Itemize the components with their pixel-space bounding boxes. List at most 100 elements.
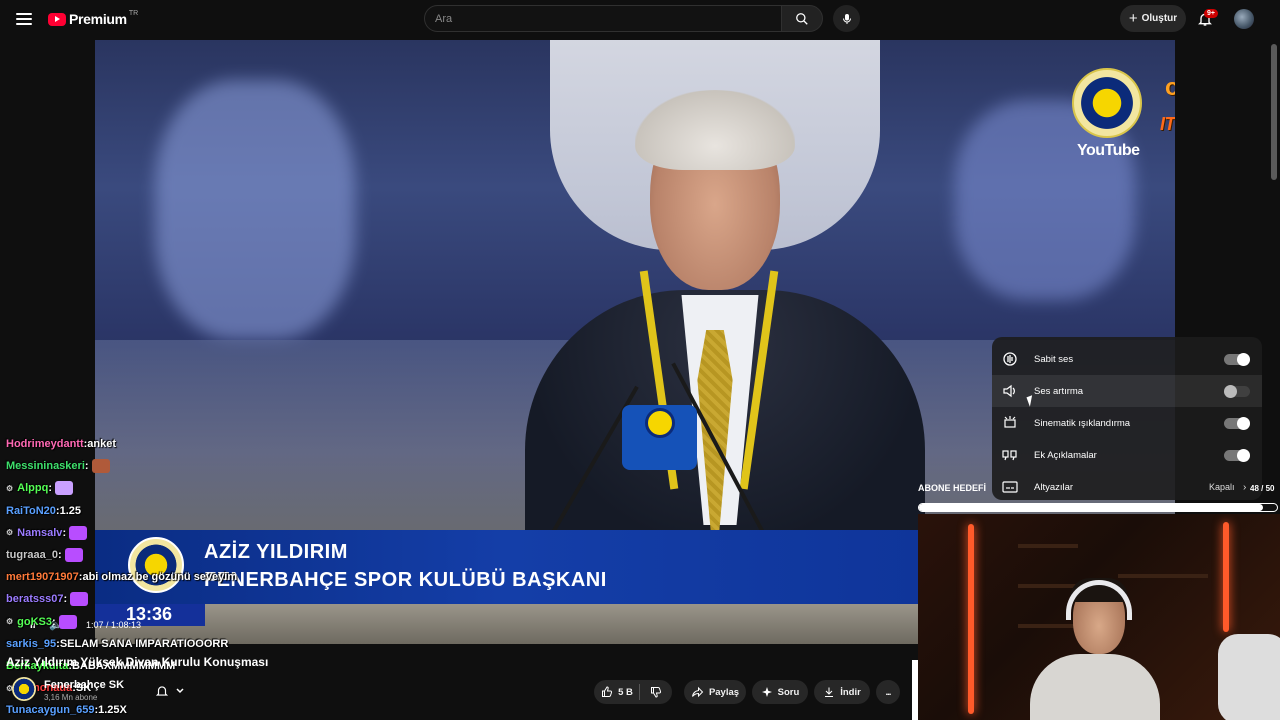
- subscription-bell-button[interactable]: [148, 680, 192, 702]
- ask-button[interactable]: Soru: [752, 680, 808, 704]
- setting-label: Sabit ses: [1034, 353, 1074, 365]
- search-icon: [796, 12, 808, 25]
- setting-label: Altyazılar: [1034, 481, 1074, 493]
- youtube-play-icon: [48, 12, 66, 26]
- ambient-mode-icon: [1004, 416, 1016, 428]
- like-button[interactable]: 5 B: [594, 680, 640, 704]
- video-title: Aziz Yıldırım Yüksek Divan Kurulu Konuşm…: [6, 655, 269, 669]
- chat-username[interactable]: sarkis_95: [6, 638, 56, 650]
- stable-volume-toggle[interactable]: [1224, 353, 1250, 366]
- chat-message: ⚙ goKS3 :: [0, 611, 300, 633]
- chat-username[interactable]: goKS3: [17, 616, 52, 628]
- chat-separator: :: [48, 482, 53, 495]
- chat-username[interactable]: Namsalv: [17, 527, 62, 539]
- chat-text: anket: [87, 438, 117, 451]
- chat-username[interactable]: beratsss07: [6, 593, 64, 605]
- chat-emote-icon: [55, 481, 74, 496]
- chat-username[interactable]: mert19071907: [6, 571, 79, 583]
- chat-username[interactable]: RaiToN20: [6, 505, 56, 517]
- like-count: 5 B: [618, 686, 633, 698]
- dislike-button[interactable]: [640, 680, 672, 704]
- chat-message: RaiToN20 : 1.25: [0, 500, 300, 522]
- subscriber-goal-bar: [918, 503, 1278, 512]
- neon-strip: [1223, 522, 1229, 632]
- setting-annotations[interactable]: Ek Açıklamalar: [992, 439, 1262, 471]
- create-label: Oluştur: [1141, 13, 1178, 24]
- chat-username[interactable]: Messininaskeri: [6, 460, 85, 472]
- chat-username[interactable]: Alppq: [17, 482, 48, 494]
- bell-icon: [155, 686, 169, 696]
- logo-text: Premium: [69, 11, 127, 27]
- chat-text: 1.25: [59, 504, 82, 517]
- chat-badge-icon: ⚙: [6, 528, 14, 538]
- share-button[interactable]: Paylaş: [684, 680, 746, 704]
- shelf: [1018, 584, 1078, 588]
- setting-label: Ses artırma: [1034, 385, 1084, 397]
- avatar[interactable]: [1234, 9, 1254, 29]
- annotations-icon: [1002, 450, 1017, 461]
- chat-separator: :: [62, 526, 67, 539]
- plus-icon: +: [1128, 10, 1138, 27]
- share-label: Paylaş: [708, 686, 740, 698]
- subscriber-goal-fill: [919, 504, 1263, 511]
- menu-icon[interactable]: [14, 9, 34, 29]
- chat-separator: :: [57, 549, 62, 562]
- live-chat-overlay: Hodrimeydantt : anket Messininaskeri : ⚙ A…: [0, 433, 300, 720]
- subscriber-goal-count: 48 / 50: [1250, 484, 1275, 493]
- share-icon: [691, 686, 704, 698]
- fenerbahce-crest-watermark: [1072, 68, 1142, 138]
- voice-search-button[interactable]: [833, 5, 860, 32]
- chat-text: abi olmaz be gözünü seveyim: [82, 571, 238, 584]
- chat-username[interactable]: tugraaa_0: [6, 549, 58, 561]
- setting-ambient-mode[interactable]: Sinematik ışıklandırma: [992, 407, 1262, 439]
- webcam-border: [912, 660, 918, 720]
- shelf: [1018, 624, 1078, 628]
- channel-avatar[interactable]: [12, 677, 36, 701]
- chat-message: Messininaskeri :: [0, 455, 300, 477]
- chat-text: 1.25X: [98, 704, 127, 717]
- subtitles-icon: [1002, 481, 1018, 493]
- chat-emote-icon: [64, 548, 83, 563]
- chat-emote-icon: [69, 525, 88, 540]
- setting-subtitles[interactable]: Altyazılar Kapalı ›: [992, 471, 1262, 503]
- page-scrollbar[interactable]: [1271, 44, 1277, 180]
- chat-badge-icon: ⚙: [6, 483, 14, 493]
- ambient-mode-toggle[interactable]: [1224, 417, 1250, 430]
- chevron-down-icon: [176, 688, 184, 694]
- volume-boost-toggle[interactable]: [1224, 385, 1250, 398]
- chat-message: Hodrimeydantt : anket: [0, 433, 300, 455]
- subtitles-value: Kapalı: [1209, 482, 1235, 492]
- search-input[interactable]: [425, 6, 781, 31]
- stable-volume-icon: [1003, 352, 1017, 366]
- chat-message: ⚙ Namsalv :: [0, 522, 300, 544]
- watermark-oyunfor: oyunfo: [1165, 74, 1175, 101]
- chat-message: mert19071907 : abi olmaz be gözünü sevey…: [0, 566, 300, 588]
- logo-region: TR: [128, 9, 139, 17]
- thumbs-down-icon: [651, 687, 662, 698]
- setting-stable-volume[interactable]: Sabit ses: [992, 343, 1262, 375]
- channel-name[interactable]: Fenerbahçe SK: [44, 679, 124, 691]
- search-button[interactable]: [781, 5, 823, 32]
- youtube-premium-logo[interactable]: Premium TR: [48, 9, 139, 27]
- chat-message: tugraaa_0 :: [0, 544, 300, 566]
- chat-text: SELAM SANA IMPARATIOOORR: [59, 637, 229, 650]
- gaming-chair: [1218, 634, 1280, 720]
- chat-message: beratsss07 :: [0, 588, 300, 610]
- annotations-toggle[interactable]: [1224, 449, 1250, 462]
- microphone-logo: [645, 408, 675, 438]
- neon-strip: [968, 524, 974, 714]
- chat-message: sarkis_95 : SELAM SANA IMPARATIOOORR: [0, 633, 300, 655]
- chat-username[interactable]: Tunacaygun_659: [6, 704, 94, 716]
- more-actions-button[interactable]: ...: [876, 680, 900, 704]
- setting-label: Sinematik ışıklandırma: [1034, 417, 1131, 429]
- setting-label: Ek Açıklamalar: [1034, 449, 1097, 461]
- subscriber-count: 3,16 Mn abone: [44, 693, 98, 702]
- notification-badge: 9+: [1204, 9, 1218, 18]
- top-bar: Premium TR + Oluştur 9+: [0, 0, 1280, 38]
- shelf: [1118, 574, 1208, 578]
- watermark-itopya: ITOPYA.COM: [1160, 114, 1175, 134]
- create-button[interactable]: + Oluştur: [1120, 5, 1186, 32]
- chat-username[interactable]: Hodrimeydantt: [6, 438, 84, 450]
- download-button[interactable]: İndir: [814, 680, 870, 704]
- streamer-webcam: [918, 514, 1280, 720]
